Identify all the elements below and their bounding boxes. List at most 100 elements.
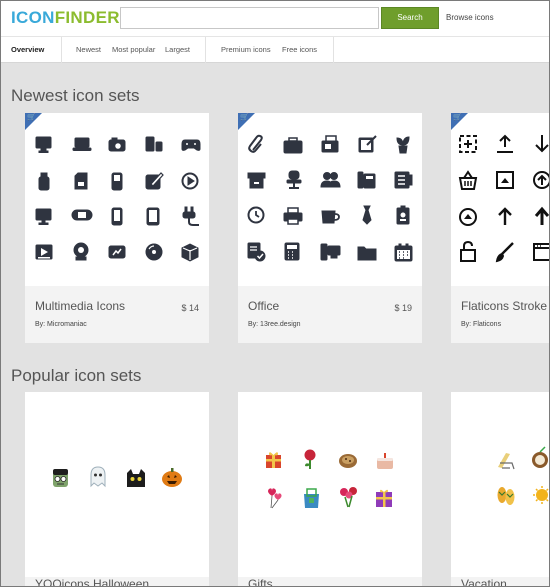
icon-set-card-flaticons-stroke[interactable]: 🛒 Flaticons Stroke By: Flaticons	[451, 113, 550, 343]
vacation-preview[interactable]	[451, 392, 550, 587]
cart-icon: 🛒	[240, 114, 249, 121]
plant-icon	[396, 136, 410, 154]
icon-set-author[interactable]: By: Flaticons	[461, 321, 501, 328]
nav-most-popular[interactable]: Most popular	[112, 45, 155, 54]
icon-set-author[interactable]: By: Micromaniac	[35, 321, 87, 328]
nav-overview[interactable]: Overview	[11, 45, 44, 54]
icon-set-author[interactable]: By: 13ree.design	[248, 321, 301, 328]
play-circle-icon	[181, 172, 199, 190]
icon-set-price: $ 14	[181, 303, 199, 313]
logo-part-icon: ICON	[11, 8, 55, 27]
computer-icon	[320, 243, 341, 261]
icon-set-meta: YOOicons Halloween	[25, 577, 209, 587]
unlock-icon	[460, 240, 476, 262]
mp3-player-icon	[111, 172, 123, 191]
top-bar: ICONFINDER Search Browse icons	[0, 0, 550, 36]
video-player-icon	[35, 244, 53, 260]
document-check-icon	[247, 242, 266, 262]
icon-set-card-office[interactable]: 🛒 Office $ 19 By: 13ree.design	[238, 113, 422, 343]
tablet-icon	[146, 207, 160, 226]
icon-set-card-vacation[interactable]: Vacation	[451, 392, 550, 587]
icon-set-meta: Flaticons Stroke By: Flaticons	[451, 286, 550, 343]
up-circle-icon	[533, 171, 550, 189]
smartphone-icon	[111, 207, 123, 226]
nav-newest[interactable]: Newest	[76, 45, 101, 54]
folder-icon	[357, 246, 377, 261]
gift-bag-icon	[304, 488, 319, 508]
media-player-icon	[145, 136, 163, 152]
sun-icon	[533, 486, 550, 504]
office-icon-grid	[247, 134, 413, 262]
iconfinder-logo[interactable]: ICONFINDER	[11, 9, 120, 27]
newest-section-title: Newest icon sets	[11, 86, 140, 105]
disc-icon	[145, 243, 163, 261]
logo-part-finder: FINDER	[54, 8, 120, 27]
display-icon	[35, 208, 52, 225]
laptop-icon	[72, 137, 92, 151]
popular-section-title: Popular icon sets	[11, 366, 142, 385]
coffee-cup-icon	[321, 210, 340, 224]
black-cat-icon	[127, 469, 145, 487]
nav-bar: Overview Newest Most popular Largest Pre…	[0, 36, 550, 63]
icon-set-name[interactable]: Multimedia Icons	[35, 299, 125, 313]
flaticons-icon-grid	[458, 134, 550, 263]
flip-flops-icon	[497, 487, 515, 505]
icon-set-name[interactable]: YOOicons Halloween	[35, 577, 149, 587]
nav-premium-icons[interactable]: Premium icons	[221, 45, 271, 54]
printer-icon	[283, 207, 303, 225]
icon-set-name[interactable]: Vacation	[461, 577, 507, 587]
window-icon	[533, 243, 550, 261]
gamepad-icon	[181, 139, 201, 151]
users-icon	[320, 172, 341, 188]
briefcase-icon	[283, 137, 303, 154]
icon-set-preview[interactable]: 🛒	[451, 113, 550, 286]
cake-icon	[377, 453, 393, 469]
present-icon	[376, 489, 392, 507]
sd-card-icon	[74, 172, 88, 190]
icon-set-preview[interactable]: 🛒	[25, 113, 209, 286]
nav-divider	[205, 37, 206, 63]
icon-set-meta: Multimedia Icons $ 14 By: Micromaniac	[25, 286, 209, 343]
gift-box-icon	[266, 452, 281, 468]
icon-set-name[interactable]: Flaticons Stroke	[461, 299, 547, 313]
calculator-icon	[284, 242, 300, 261]
beach-chair-icon	[498, 453, 515, 470]
calendar-icon	[394, 243, 413, 262]
heart-balloons-icon	[268, 488, 282, 509]
flowers-icon	[340, 487, 357, 508]
clock-icon	[247, 206, 265, 224]
cart-icon: 🛒	[453, 114, 462, 121]
icon-set-card-multimedia[interactable]: 🛒 Multimedia Icons $ 14 By: Micromaniac	[25, 113, 209, 343]
phone-icon	[357, 171, 376, 189]
office-chair-icon	[286, 170, 302, 189]
gifts-preview[interactable]	[238, 392, 422, 587]
id-badge-icon	[396, 205, 410, 225]
search-button[interactable]: Search	[381, 7, 439, 29]
icon-set-card-yooicons-halloween[interactable]: YOOicons Halloween	[25, 392, 209, 587]
inbox-tray-icon	[247, 172, 266, 189]
arrow-up-icon	[498, 207, 512, 225]
graphics-tablet-icon	[145, 172, 164, 190]
tie-icon	[362, 205, 372, 225]
upload-icon	[497, 134, 513, 153]
nav-free-icons[interactable]: Free icons	[282, 45, 317, 54]
icon-set-preview[interactable]: 🛒	[238, 113, 422, 286]
arrow-down-icon	[535, 135, 549, 153]
nav-largest[interactable]: Largest	[165, 45, 190, 54]
arrow-up-bold-icon	[534, 206, 550, 225]
icon-set-name[interactable]: Office	[248, 299, 279, 313]
brush-icon	[495, 242, 514, 263]
browse-icons-link[interactable]: Browse icons	[446, 13, 494, 22]
fax-icon	[321, 135, 339, 153]
up-square-icon	[496, 171, 514, 189]
icon-set-card-gifts[interactable]: Gifts	[238, 392, 422, 587]
halloween-preview[interactable]	[25, 392, 209, 587]
frankenstein-icon	[53, 469, 68, 487]
multimedia-icon-grid	[35, 136, 201, 262]
plug-icon	[182, 206, 199, 226]
search-input[interactable]	[120, 7, 379, 29]
cart-icon: 🛒	[27, 114, 36, 121]
icon-set-name[interactable]: Gifts	[248, 577, 273, 587]
handheld-console-icon	[71, 209, 93, 221]
up-circle-solid-icon	[459, 208, 477, 226]
